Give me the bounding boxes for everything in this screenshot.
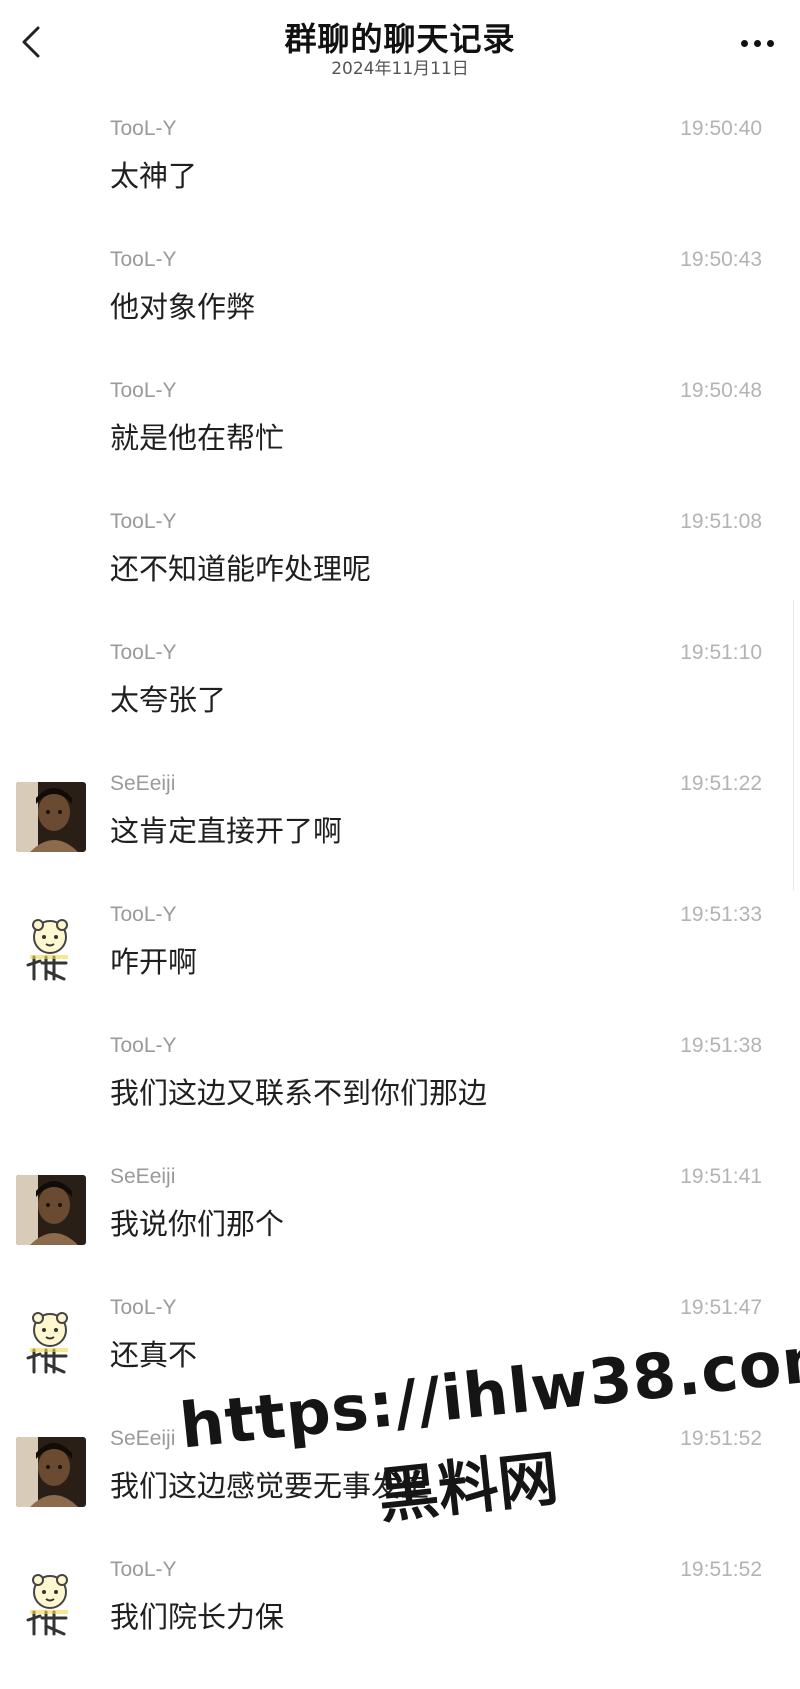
chat-header: 群聊的聊天记录 2024年11月11日 <box>0 0 800 90</box>
message-item[interactable]: TooL-Y 19:50:48 就是他在帮忙 <box>0 379 800 510</box>
message-text: 我说你们那个 <box>110 1207 285 1241</box>
sender-name: TooL-Y <box>110 510 177 533</box>
sender-name: SeEeiji <box>110 1427 176 1450</box>
message-time: 19:50:48 <box>680 379 762 402</box>
message-time: 19:51:33 <box>680 903 762 926</box>
user-avatar-cartoon[interactable] <box>16 1306 86 1376</box>
user-avatar-photo[interactable] <box>16 1437 86 1507</box>
message-item[interactable]: TooL-Y 19:50:40 太神了 <box>0 117 800 248</box>
message-item[interactable]: TooL-Y 19:51:10 太夸张了 <box>0 641 800 772</box>
message-time: 19:51:41 <box>680 1165 762 1188</box>
sender-name: SeEeiji <box>110 772 176 795</box>
message-text: 太夸张了 <box>110 683 227 717</box>
message-time: 19:51:10 <box>680 641 762 664</box>
sender-name: TooL-Y <box>110 903 177 926</box>
more-dots-icon <box>741 40 748 47</box>
user-avatar-cartoon[interactable] <box>16 913 86 983</box>
message-item[interactable]: SeEeiji 19:51:52 我们这边感觉要无事发生 <box>0 1427 800 1558</box>
sender-name: TooL-Y <box>110 1296 177 1319</box>
message-time: 19:50:43 <box>680 248 762 271</box>
message-text: 咋开啊 <box>110 945 198 979</box>
message-time: 19:51:22 <box>680 772 762 795</box>
message-time: 19:51:08 <box>680 510 762 533</box>
message-item[interactable]: SeEeiji 19:51:41 我说你们那个 <box>0 1165 800 1296</box>
message-item[interactable]: TooL-Y 19:51:38 我们这边又联系不到你们那边 <box>0 1034 800 1165</box>
more-options-button[interactable] <box>741 40 774 47</box>
sender-name: TooL-Y <box>110 379 177 402</box>
user-avatar-photo[interactable] <box>16 782 86 852</box>
message-text: 我们这边又联系不到你们那边 <box>110 1076 488 1110</box>
message-time: 19:51:38 <box>680 1034 762 1057</box>
sender-name: TooL-Y <box>110 117 177 140</box>
message-time: 19:50:40 <box>680 117 762 140</box>
message-item[interactable]: SeEeiji 19:51:22 这肯定直接开了啊 <box>0 772 800 903</box>
message-time: 19:51:52 <box>680 1558 762 1581</box>
sender-name: TooL-Y <box>110 641 177 664</box>
message-time: 19:51:47 <box>680 1296 762 1319</box>
message-text: 他对象作弊 <box>110 290 256 324</box>
message-time: 19:51:52 <box>680 1427 762 1450</box>
chat-date: 2024年11月11日 <box>331 59 469 79</box>
message-text: 还不知道能咋处理呢 <box>110 552 372 586</box>
message-item[interactable]: TooL-Y 19:51:47 还真不 <box>0 1296 800 1427</box>
sender-name: SeEeiji <box>110 1165 176 1188</box>
user-avatar-cartoon[interactable] <box>16 1568 86 1638</box>
message-text: 还真不 <box>110 1338 198 1372</box>
message-text: 太神了 <box>110 159 198 193</box>
message-text: 我们这边感觉要无事发生 <box>110 1469 430 1503</box>
message-item[interactable]: TooL-Y 19:51:33 咋开啊 <box>0 903 800 1034</box>
message-item[interactable]: TooL-Y 19:51:08 还不知道能咋处理呢 <box>0 510 800 641</box>
scrollbar-track[interactable] <box>793 600 794 890</box>
user-avatar-photo[interactable] <box>16 1175 86 1245</box>
message-item[interactable]: TooL-Y 19:50:43 他对象作弊 <box>0 248 800 379</box>
message-list[interactable]: TooL-Y 19:50:40 太神了 TooL-Y 19:50:43 他对象作弊 TooL… <box>0 117 800 1689</box>
message-text: 我们院长力保 <box>110 1600 285 1634</box>
sender-name: TooL-Y <box>110 1558 177 1581</box>
sender-name: TooL-Y <box>110 248 177 271</box>
sender-name: TooL-Y <box>110 1034 177 1057</box>
message-item[interactable]: TooL-Y 19:51:52 我们院长力保 <box>0 1558 800 1689</box>
message-text: 这肯定直接开了啊 <box>110 814 343 848</box>
message-text: 就是他在帮忙 <box>110 421 285 455</box>
